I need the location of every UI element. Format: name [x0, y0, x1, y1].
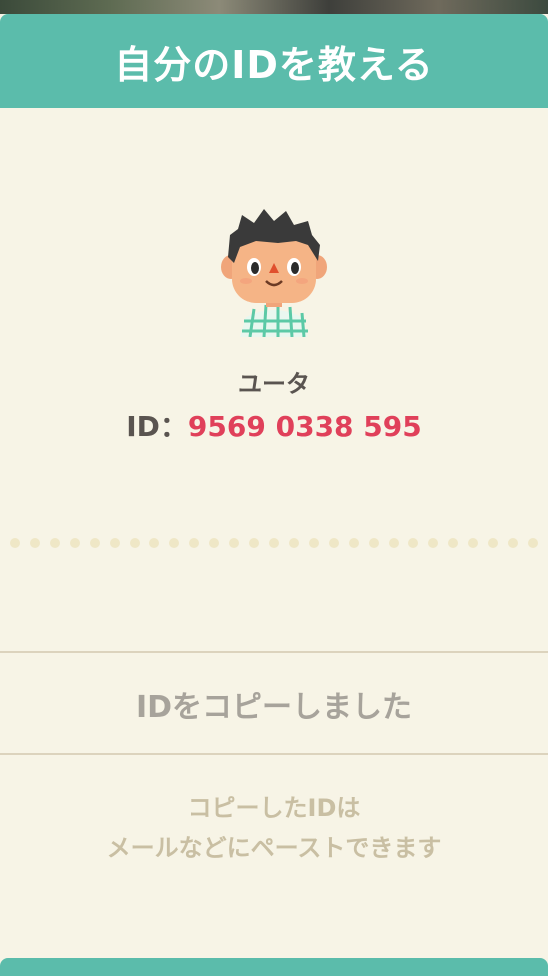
separator-dot: [129, 538, 140, 548]
separator-dot: [388, 538, 399, 548]
separator-dot: [189, 538, 200, 548]
separator-dot: [249, 538, 260, 548]
background-strip: [0, 0, 548, 14]
separator-dot: [488, 538, 499, 548]
separator-dot: [288, 538, 299, 548]
title-bar: 自分のIDを教える: [0, 14, 548, 108]
separator-dot: [69, 538, 80, 548]
separator-dot: [328, 538, 339, 548]
separator-dot: [428, 538, 439, 548]
separator-dot: [169, 538, 180, 548]
separator-dot: [308, 538, 319, 548]
separator-dot: [368, 538, 379, 548]
separator-dot: [149, 538, 160, 548]
separator-dot: [468, 538, 479, 548]
bottom-bar: [0, 958, 548, 976]
separator-dot: [448, 538, 459, 548]
hint-line-1: コピーしたIDは: [187, 794, 361, 822]
separator-dot: [89, 538, 100, 548]
id-label: ID：: [126, 410, 188, 443]
separator-dot: [29, 538, 40, 548]
separator-dot: [209, 538, 220, 548]
villager-avatar-icon: [216, 205, 332, 338]
paste-hint: コピーしたIDは メールなどにペーストできます: [0, 788, 548, 868]
hint-line-2: メールなどにペーストできます: [106, 834, 442, 862]
user-id-line: ID：9569 0338 595: [0, 405, 548, 445]
copy-status-button[interactable]: IDをコピーしました: [0, 682, 548, 726]
id-value: 9569 0338 595: [187, 410, 422, 443]
dotted-separator: [0, 538, 548, 550]
separator-dot: [268, 538, 279, 548]
separator-dot: [508, 538, 519, 548]
divider-bottom: [0, 753, 548, 755]
separator-dot: [109, 538, 120, 548]
page-title: 自分のIDを教える: [114, 42, 434, 87]
separator-dot: [527, 538, 538, 548]
user-name: ユータ: [238, 370, 310, 398]
separator-dot: [348, 538, 359, 548]
separator-dot: [408, 538, 419, 548]
divider-top: [0, 651, 548, 653]
separator-dot: [49, 538, 60, 548]
separator-dot: [229, 538, 240, 548]
separator-dot: [10, 538, 20, 548]
